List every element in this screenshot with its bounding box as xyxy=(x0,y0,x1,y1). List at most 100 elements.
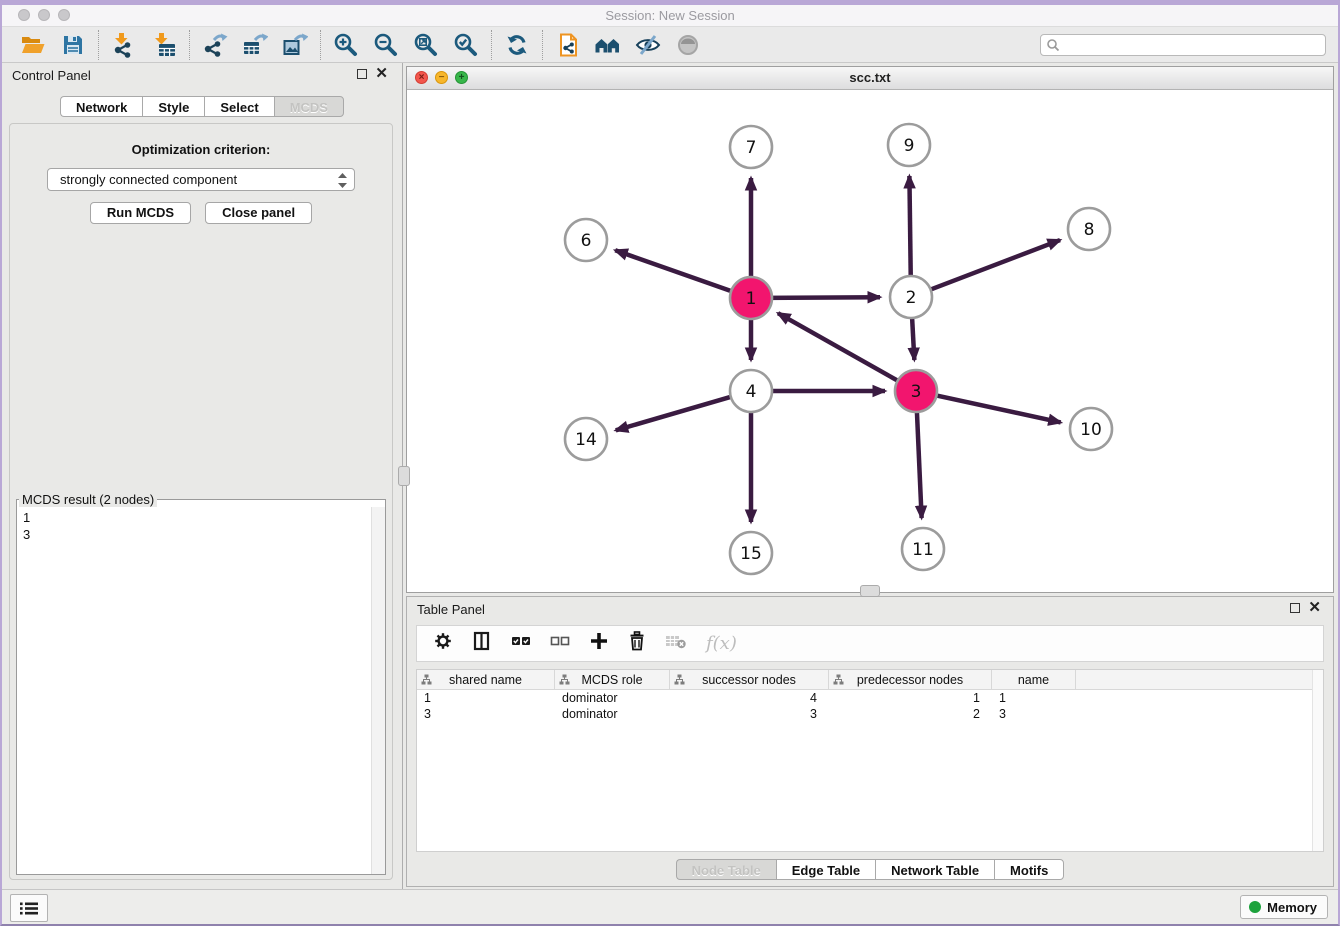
float-table-panel-icon[interactable] xyxy=(1290,603,1300,613)
column-header-label: successor nodes xyxy=(702,673,796,687)
result-scrollbar[interactable] xyxy=(371,507,385,874)
show-panels-list-button[interactable] xyxy=(10,894,48,922)
close-table-panel-icon[interactable]: ✕ xyxy=(1308,599,1321,617)
close-panel-button[interactable]: Close panel xyxy=(205,202,312,224)
table-cell[interactable]: dominator xyxy=(555,690,670,706)
tab-select[interactable]: Select xyxy=(204,96,273,117)
column-sort-icon xyxy=(559,674,570,685)
show-all-icon[interactable] xyxy=(674,31,702,59)
network-graph[interactable]: 7968124314101511 xyxy=(407,89,1333,592)
table-cell[interactable]: 4 xyxy=(670,690,829,706)
graph-node-label-7: 7 xyxy=(746,138,757,158)
show-column-icon[interactable] xyxy=(472,631,492,656)
network-maximize-icon[interactable]: + xyxy=(455,71,468,84)
deselect-all-icon[interactable] xyxy=(550,634,570,653)
network-window-title: scc.txt xyxy=(849,70,890,85)
graph-edge-4-14[interactable] xyxy=(616,395,736,430)
column-header-shared-name[interactable]: shared name xyxy=(417,670,555,689)
hide-selected-icon[interactable] xyxy=(634,31,662,59)
table-cell[interactable]: 1 xyxy=(829,690,992,706)
column-sort-icon xyxy=(833,674,844,685)
network-close-icon[interactable]: × xyxy=(415,71,428,84)
network-canvas[interactable]: 7968124314101511 xyxy=(407,89,1333,592)
tab-mcds[interactable]: MCDS xyxy=(274,96,344,117)
column-header-MCDS-role[interactable]: MCDS role xyxy=(555,670,670,689)
close-panel-icon[interactable]: ✕ xyxy=(375,65,388,83)
open-session-icon[interactable] xyxy=(19,31,47,59)
select-all-icon[interactable] xyxy=(511,634,531,653)
table-tab-motifs[interactable]: Motifs xyxy=(994,859,1064,880)
tab-style[interactable]: Style xyxy=(142,96,204,117)
graph-edge-3-10[interactable] xyxy=(932,394,1061,422)
table-cell[interactable]: 3 xyxy=(992,706,1076,722)
graph-edge-3-11[interactable] xyxy=(917,407,922,518)
vertical-splitter-grip[interactable] xyxy=(398,466,410,486)
graph-edge-2-3[interactable] xyxy=(912,313,915,360)
titlebar: Session: New Session xyxy=(2,5,1338,27)
memory-button[interactable]: Memory xyxy=(1240,895,1328,919)
zoom-in-icon[interactable] xyxy=(332,31,360,59)
new-network-from-selection-icon[interactable] xyxy=(554,31,582,59)
table-tab-edge-table[interactable]: Edge Table xyxy=(776,859,875,880)
run-mcds-button[interactable]: Run MCDS xyxy=(90,202,191,224)
delete-column-trash-icon[interactable] xyxy=(628,631,646,656)
table-row[interactable]: 3dominator323 xyxy=(417,706,1323,722)
mcds-result-item[interactable]: 3 xyxy=(23,526,365,543)
status-bar: Memory xyxy=(2,889,1338,924)
table-cell[interactable]: dominator xyxy=(555,706,670,722)
graph-node-label-15: 15 xyxy=(740,544,762,564)
table-tab-network-table[interactable]: Network Table xyxy=(875,859,994,880)
network-window-titlebar: × − + scc.txt xyxy=(407,67,1333,90)
mcds-result-list[interactable]: 13 xyxy=(17,507,371,874)
mcds-result-title: MCDS result (2 nodes) xyxy=(19,492,157,507)
export-table-icon[interactable] xyxy=(241,31,269,59)
control-panel-title: Control Panel xyxy=(12,68,91,83)
column-header-successor-nodes[interactable]: successor nodes xyxy=(670,670,829,689)
table-cell[interactable]: 3 xyxy=(670,706,829,722)
graph-edge-2-8[interactable] xyxy=(926,240,1060,291)
table-cell[interactable]: 1 xyxy=(992,690,1076,706)
table-body: 1dominator4113dominator323 xyxy=(417,690,1323,722)
export-network-icon[interactable] xyxy=(201,31,229,59)
network-minimize-icon[interactable]: − xyxy=(435,71,448,84)
first-neighbors-icon[interactable] xyxy=(594,31,622,59)
column-header-label: predecessor nodes xyxy=(857,673,963,687)
toolbar-search xyxy=(1040,34,1326,56)
table-cell[interactable]: 3 xyxy=(417,706,555,722)
table-toolbar: f(x) xyxy=(416,625,1324,662)
graph-edge-1-6[interactable] xyxy=(615,250,736,292)
zoom-fit-icon[interactable] xyxy=(412,31,440,59)
table-scrollbar[interactable] xyxy=(1312,670,1323,851)
graph-edge-3-1[interactable] xyxy=(778,313,902,383)
memory-button-label: Memory xyxy=(1267,900,1317,915)
horizontal-splitter-grip[interactable] xyxy=(860,585,880,597)
tab-network[interactable]: Network xyxy=(60,96,142,117)
column-header-label: MCDS role xyxy=(581,673,642,687)
create-column-plus-icon[interactable] xyxy=(589,631,609,656)
column-header-predecessor-nodes[interactable]: predecessor nodes xyxy=(829,670,992,689)
import-network-icon[interactable] xyxy=(110,31,138,59)
import-table-icon[interactable] xyxy=(150,31,178,59)
table-row[interactable]: 1dominator411 xyxy=(417,690,1323,706)
table-panel-title: Table Panel xyxy=(417,602,485,617)
control-panel-tabs: NetworkStyleSelectMCDS xyxy=(2,96,402,117)
graph-node-label-3: 3 xyxy=(911,382,922,402)
export-image-icon[interactable] xyxy=(281,31,309,59)
zoom-selected-icon[interactable] xyxy=(452,31,480,59)
select-stepper-icon xyxy=(338,173,347,194)
save-session-icon[interactable] xyxy=(59,31,87,59)
graph-edge-1-2[interactable] xyxy=(767,297,880,298)
search-input[interactable] xyxy=(1040,34,1326,56)
mcds-result-item[interactable]: 1 xyxy=(23,509,365,526)
table-cell[interactable]: 1 xyxy=(417,690,555,706)
zoom-out-icon[interactable] xyxy=(372,31,400,59)
table-settings-gear-icon[interactable] xyxy=(433,631,453,656)
optimization-select[interactable]: strongly connected component xyxy=(47,168,355,191)
table-tab-node-table[interactable]: Node Table xyxy=(676,859,776,880)
graph-edge-2-9[interactable] xyxy=(909,176,910,281)
float-panel-icon[interactable] xyxy=(357,69,367,79)
table-cell[interactable]: 2 xyxy=(829,706,992,722)
apply-layout-icon[interactable] xyxy=(503,31,531,59)
node-table: shared name MCDS role successor nodes prede… xyxy=(416,669,1324,852)
column-header-name[interactable]: name xyxy=(992,670,1076,689)
